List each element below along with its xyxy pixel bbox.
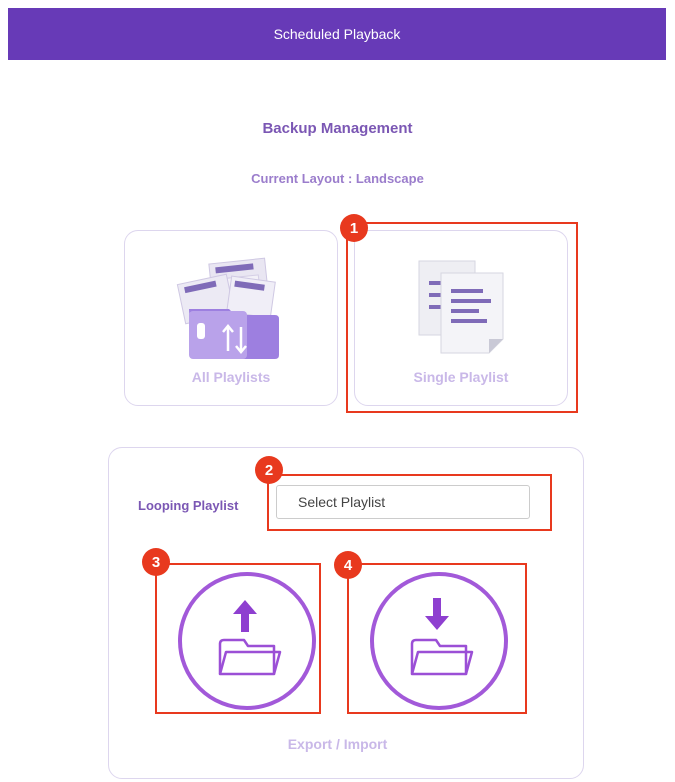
callout-badge-2: 2 [255, 456, 283, 484]
header-title: Scheduled Playback [273, 26, 401, 42]
header-bar: Scheduled Playback [8, 8, 666, 60]
current-layout-text: Current Layout : Landscape [251, 171, 424, 186]
callout-badge-1: 1 [340, 214, 368, 242]
callout-box-4 [347, 563, 527, 714]
export-import-label: Export / Import [287, 736, 388, 752]
looping-playlist-label: Looping Playlist [138, 498, 239, 513]
all-playlists-label: All Playlists [191, 369, 271, 385]
callout-badge-4: 4 [334, 551, 362, 579]
callout-box-2 [267, 474, 552, 531]
page-title: Backup Management [262, 120, 413, 137]
all-playlists-card[interactable]: All Playlists [124, 230, 338, 406]
callout-box-3 [155, 563, 321, 714]
callout-box-1 [346, 222, 578, 413]
callout-badge-3: 3 [142, 548, 170, 576]
